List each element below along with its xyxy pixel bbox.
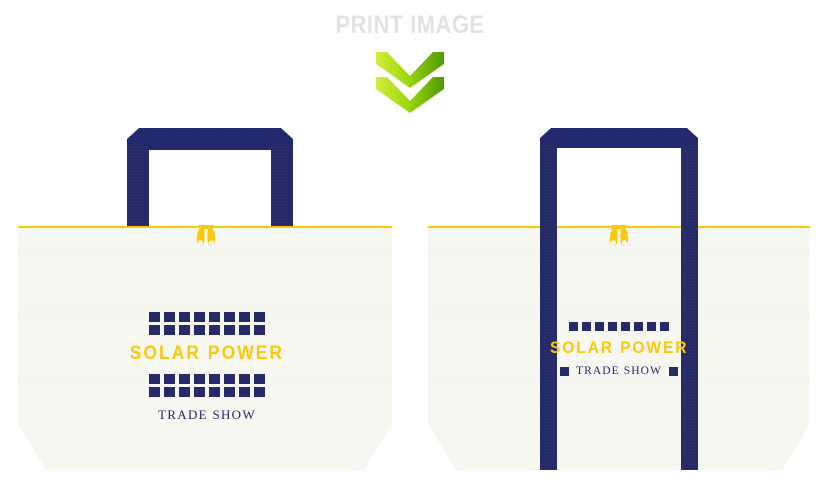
tote-bag-wide[interactable]: SOLAR POWER TRADE SHOW [0,0,400,500]
handle-top-bar [127,128,293,150]
panel-cell [634,322,643,331]
print-image-canvas: PRINT IMAGE SOLAR POWER TRADE SHOW SOLAR… [0,0,820,500]
panel-cell [582,322,591,331]
panel-cell [209,325,220,335]
panel-cell [224,374,235,384]
panel-cell-left [559,366,569,376]
panel-cell [209,387,220,397]
solar-panel-grid-top [149,312,265,335]
panel-cell [224,387,235,397]
panel-cell [164,325,175,335]
panel-cell [254,325,265,335]
tote-bag-long-handle[interactable]: SOLAR POWER TRADE SHOW [420,0,820,500]
snap-clasp-icon [196,225,216,246]
snap-clasp-icon [609,225,629,246]
panel-cell [239,325,250,335]
sub-brand-row: TRADE SHOW [559,365,679,377]
panel-cell [254,387,265,397]
panel-row [149,387,265,397]
panel-cell [647,322,656,331]
panel-cell [164,374,175,384]
panel-row [149,374,265,384]
panel-cell [149,387,160,397]
panel-cell [164,387,175,397]
panel-cell [179,325,190,335]
solar-panel-grid-top [569,322,669,331]
panel-cell [660,322,669,331]
panel-cell [194,374,205,384]
panel-cell [179,312,190,322]
panel-cell [194,312,205,322]
panel-cell [621,322,630,331]
brand-text: SOLAR POWER [129,343,285,364]
panel-row [149,312,265,322]
handle-left-leg [127,146,149,229]
panel-cell [149,312,160,322]
panel-cell [179,387,190,397]
panel-cell [239,387,250,397]
panel-cell [209,374,220,384]
panel-cell [194,325,205,335]
panel-cell [194,387,205,397]
handle-right-leg [271,146,293,229]
panel-cell [239,312,250,322]
panel-cell [569,322,578,331]
solar-panel-grid-bottom [149,374,265,397]
panel-row [149,325,265,335]
panel-cell [149,325,160,335]
brand-text: SOLAR POWER [549,338,689,357]
panel-cell [224,312,235,322]
sub-brand-text: TRADE SHOW [158,407,256,422]
print-design-left: SOLAR POWER TRADE SHOW [130,312,282,423]
panel-cell [239,374,250,384]
panel-cell [209,312,220,322]
print-design-right: SOLAR POWER TRADE SHOW [550,322,686,377]
panel-cell [224,325,235,335]
panel-cell [595,322,604,331]
panel-cell [149,374,160,384]
panel-cell [254,312,265,322]
panel-cell [179,374,190,384]
panel-cell [164,312,175,322]
panel-cell [254,374,265,384]
panel-cell [608,322,617,331]
handle-top-bar [540,128,698,148]
panel-cell-right [669,366,679,376]
sub-brand-text: TRADE SHOW [575,365,663,377]
